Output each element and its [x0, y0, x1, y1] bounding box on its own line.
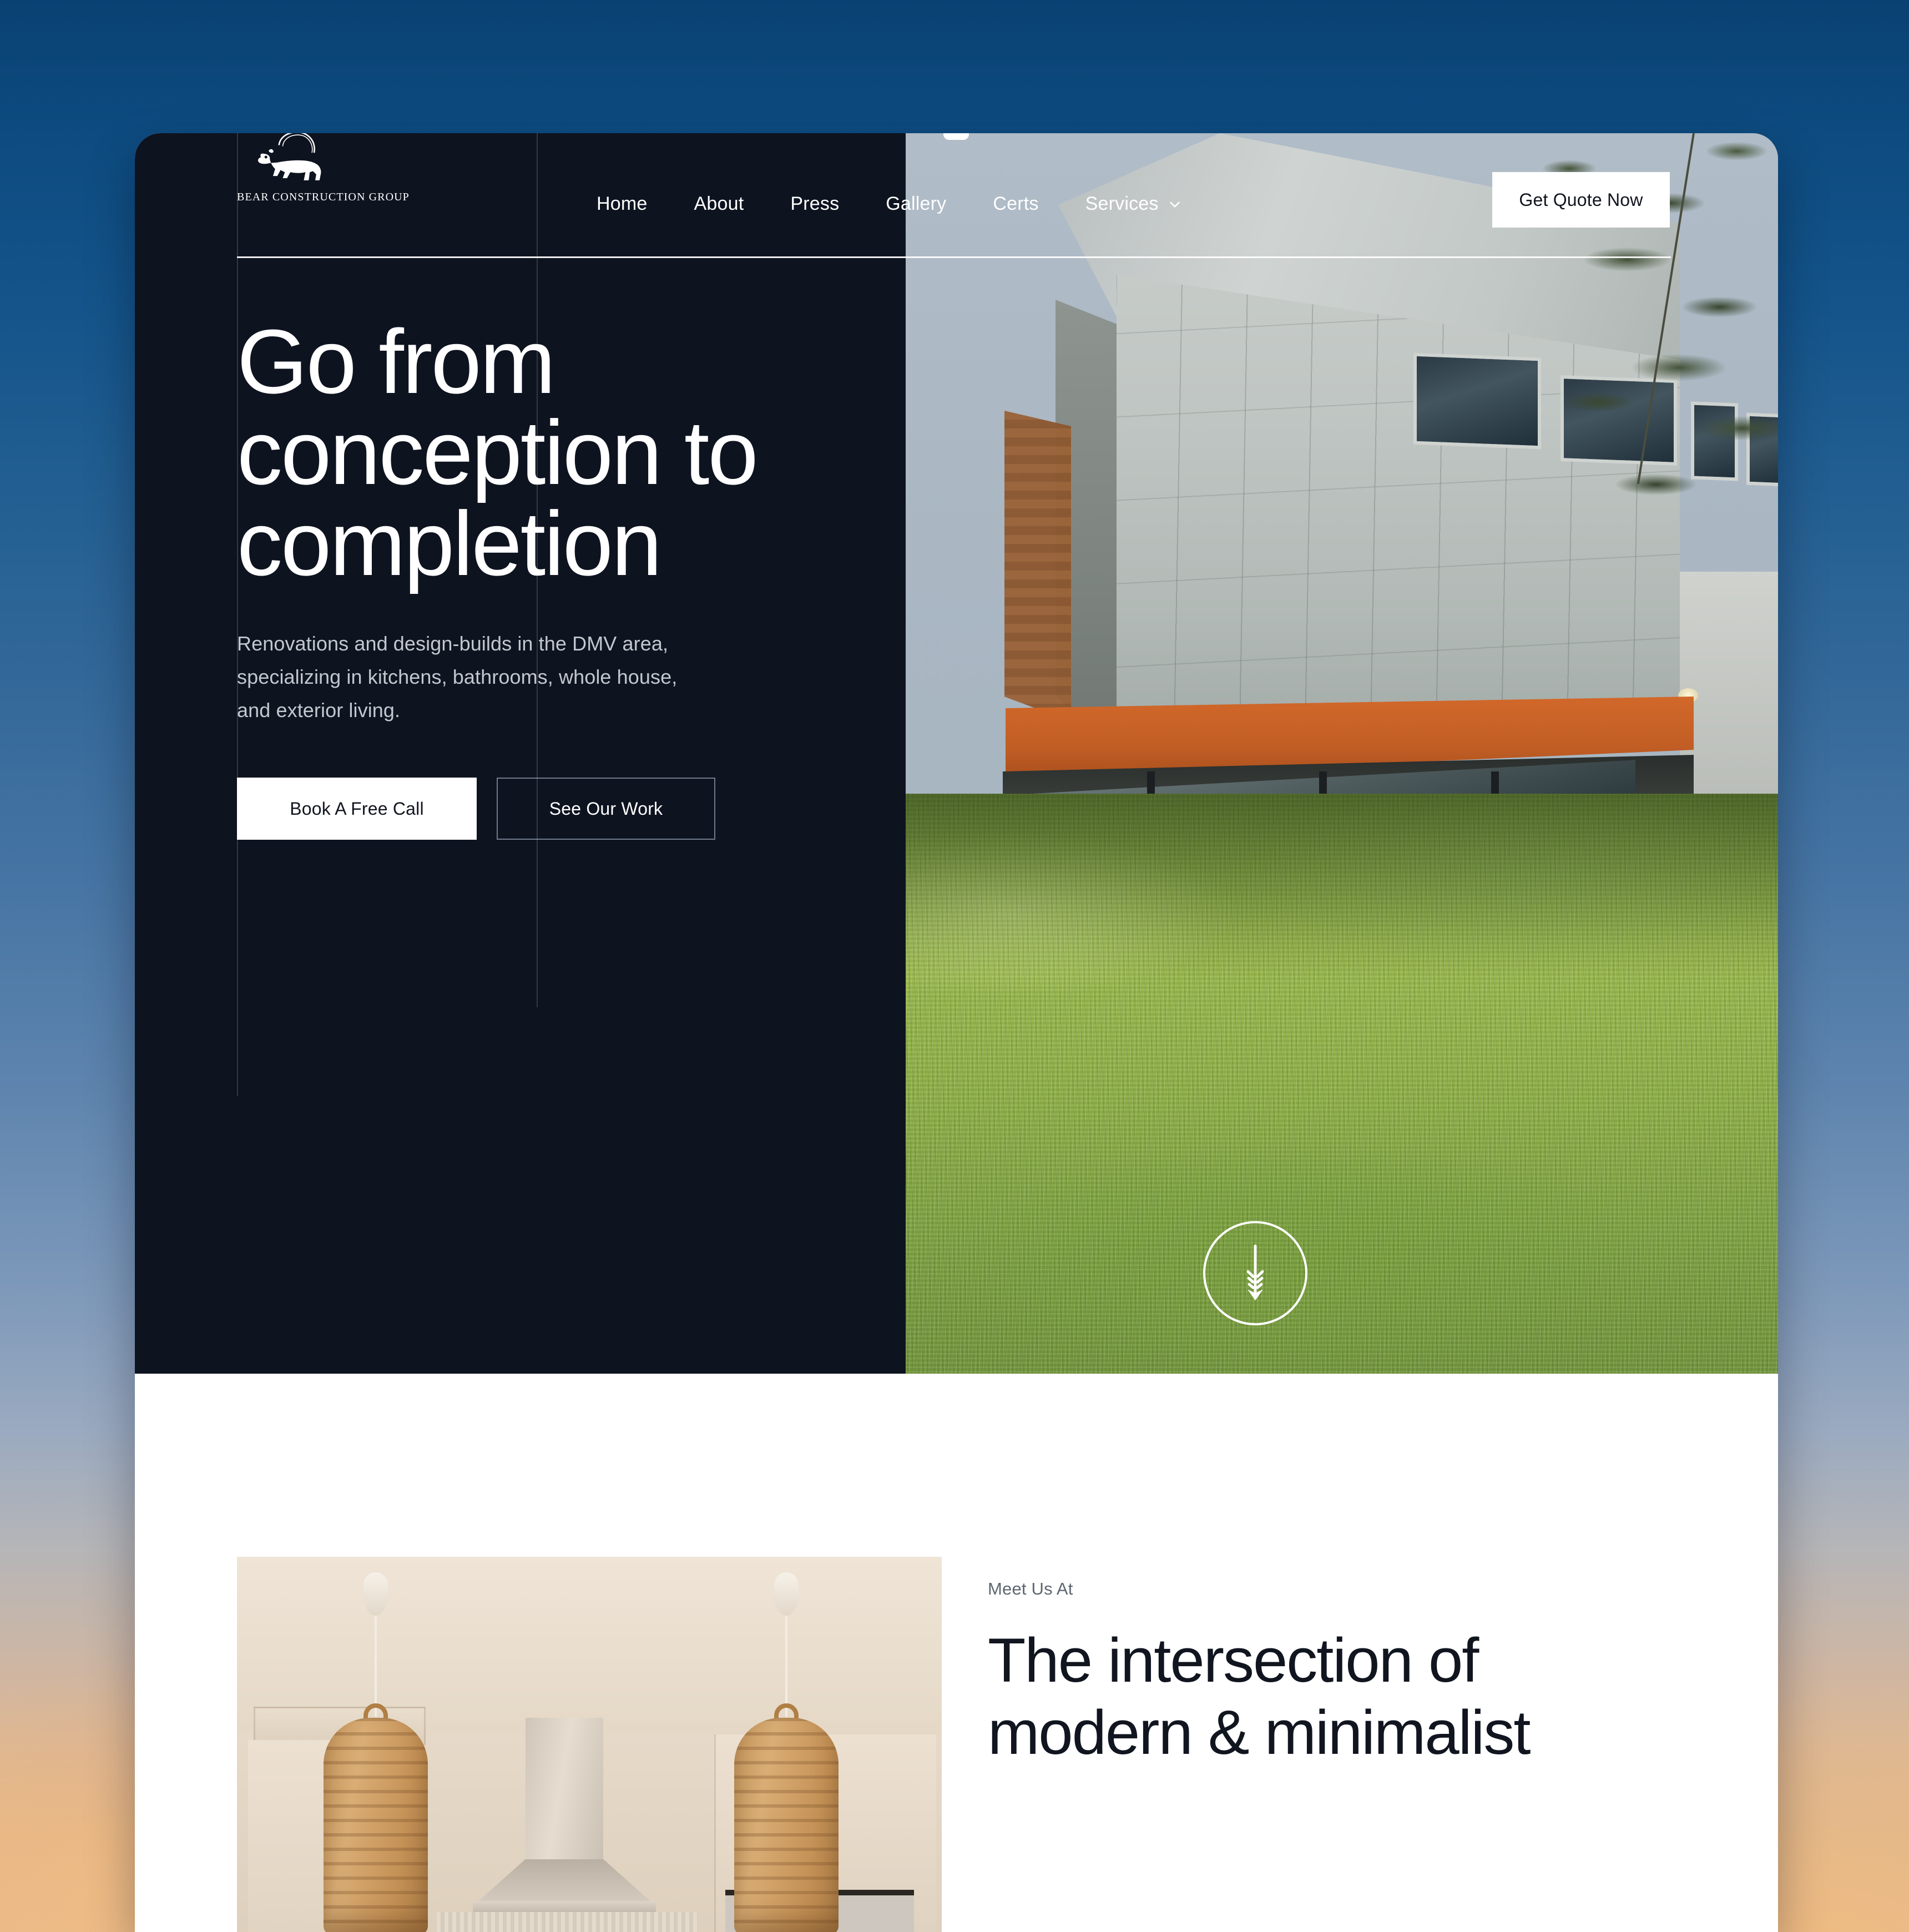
- brand-wordmark: BEAR CONSTRUCTION GROUP: [237, 191, 410, 203]
- kitchen-photo: [237, 1557, 942, 1932]
- get-quote-button[interactable]: Get Quote Now: [1492, 172, 1670, 228]
- site-header: BEAR CONSTRUCTION GROUP Home About Press…: [135, 133, 1778, 256]
- layout-grid-line-mid: [537, 133, 538, 1007]
- layout-grid-line-left: [237, 133, 238, 1096]
- about-headline-line-2: modern & minimalist: [988, 1697, 1531, 1767]
- see-our-work-button[interactable]: See Our Work: [497, 778, 715, 840]
- about-section: Meet Us At The intersection of modern & …: [135, 1374, 1778, 1932]
- about-text-block: Meet Us At The intersection of modern & …: [988, 1579, 1681, 1769]
- scroll-indicator-pill: [943, 133, 969, 140]
- hero-headline-line-3: completion: [237, 493, 662, 594]
- nav-item-press[interactable]: Press: [767, 193, 862, 215]
- hero-hero-image: [906, 133, 1778, 1460]
- website-preview-card: BEAR CONSTRUCTION GROUP Home About Press…: [135, 133, 1778, 1932]
- hero-headline-line-2: conception to: [237, 402, 759, 503]
- nav-item-certs[interactable]: Certs: [969, 193, 1062, 215]
- hero-headline: Go from conception to completion: [237, 316, 892, 589]
- main-navigation: Home About Press Gallery Certs Services: [573, 193, 1205, 215]
- pendant-canopy: [363, 1572, 388, 1616]
- hero-subtitle-line-1: Renovations and design-builds in the DMV…: [237, 632, 669, 655]
- header-divider-line: [237, 256, 1671, 258]
- about-headline: The intersection of modern & minimalist: [988, 1625, 1681, 1769]
- scroll-down-button[interactable]: [1203, 1221, 1307, 1325]
- nav-item-services[interactable]: Services: [1062, 193, 1205, 215]
- hero-image-far-wall: [1680, 572, 1778, 805]
- hero-image-lawn-shadow: [906, 794, 1778, 977]
- hero-content: Go from conception to completion Renovat…: [237, 316, 892, 840]
- kitchen-backsplash: [437, 1912, 698, 1932]
- hero-subtitle: Renovations and design-builds in the DMV…: [237, 627, 770, 727]
- book-a-free-call-button[interactable]: Book A Free Call: [237, 778, 477, 840]
- pendant-canopy: [774, 1572, 799, 1616]
- bear-logo-icon: [257, 133, 321, 180]
- about-headline-line-1: The intersection of: [988, 1626, 1479, 1695]
- kitchen-range-hood-duct: [526, 1718, 603, 1868]
- hero-headline-line-1: Go from: [237, 311, 555, 412]
- hero-subtitle-line-3: and exterior living.: [237, 698, 401, 722]
- hero-button-group: Book A Free Call See Our Work: [237, 778, 892, 840]
- nav-item-about[interactable]: About: [671, 193, 767, 215]
- arrow-down-icon: [1246, 1244, 1264, 1300]
- house-wood-cladding: [1004, 411, 1071, 722]
- about-eyebrow: Meet Us At: [988, 1579, 1073, 1598]
- pendant-rattan-shade: [734, 1718, 839, 1932]
- hero-subtitle-line-2: specializing in kitchens, bathrooms, who…: [237, 665, 678, 688]
- chevron-down-icon: [1169, 201, 1180, 208]
- nav-item-gallery[interactable]: Gallery: [862, 193, 969, 215]
- pendant-rattan-shade: [324, 1718, 428, 1932]
- nav-item-home[interactable]: Home: [573, 193, 671, 215]
- nav-item-services-label: Services: [1085, 193, 1159, 214]
- brand-logo[interactable]: BEAR CONSTRUCTION GROUP: [237, 133, 410, 204]
